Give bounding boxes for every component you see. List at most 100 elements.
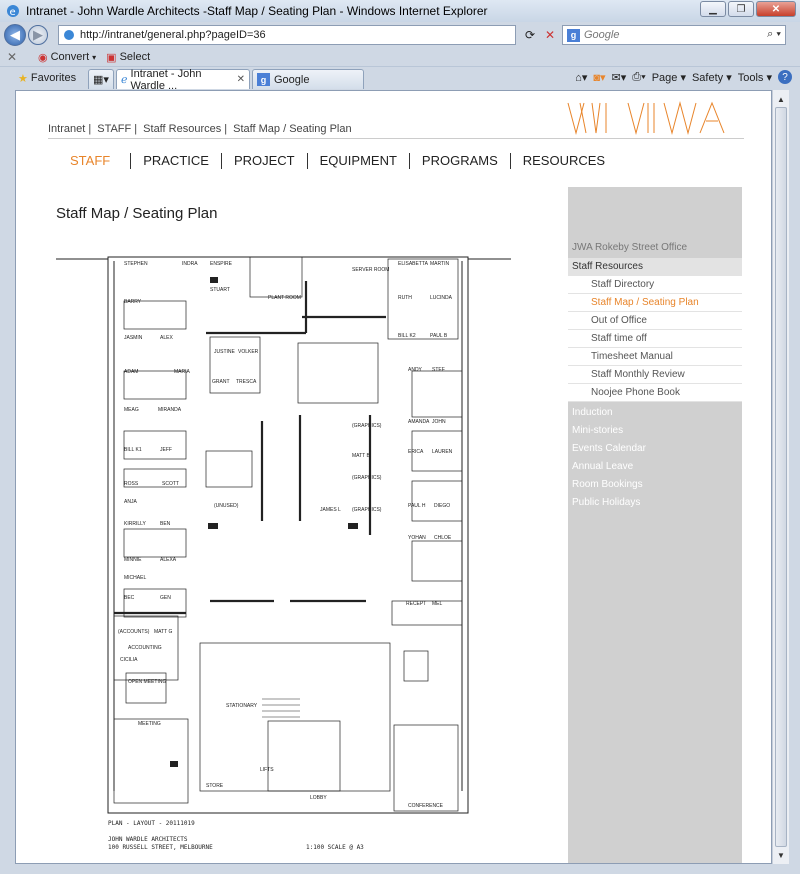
floorplan-name-label: JAMES L (320, 507, 341, 513)
nav-staff[interactable]: STAFF (48, 153, 130, 169)
search-input[interactable]: g Google ⌕ ▾ (562, 25, 786, 45)
sidebar-item-staff-directory[interactable]: Staff Directory (568, 276, 742, 294)
breadcrumb-staff[interactable]: STAFF (97, 123, 131, 135)
google-icon: g (257, 73, 270, 86)
sidebar-item-timesheet[interactable]: Timesheet Manual (568, 348, 742, 366)
floorplan-name-label: TRESCA (236, 379, 257, 385)
sidebar-item-rokeby[interactable]: JWA Rokeby Street Office (568, 239, 742, 257)
scrollbar-thumb[interactable] (775, 107, 787, 847)
forward-button[interactable]: ▶ (28, 25, 48, 45)
page-icon (64, 30, 74, 40)
home-icon[interactable]: ⌂▾ (575, 71, 587, 84)
floorplan-name-label: BILL K2 (398, 333, 416, 339)
floorplan-name-label: MATT B (352, 453, 371, 459)
tools-menu[interactable]: Tools ▾ (738, 71, 772, 84)
sidebar-item-annual-leave[interactable]: Annual Leave (568, 458, 742, 476)
vertical-scrollbar[interactable]: ▲ ▼ (772, 90, 789, 864)
ie-logo-icon: e (7, 5, 19, 18)
breadcrumb-staff-resources[interactable]: Staff Resources (143, 123, 221, 135)
floorplan-name-label: ACCOUNTING (128, 645, 162, 651)
back-button[interactable]: ◀ (4, 24, 26, 46)
jwa-logo (567, 101, 725, 135)
floorplan-name-label: LIFTS (260, 767, 274, 773)
floorplan-name-label: OPEN MEETING (128, 679, 166, 685)
safety-menu[interactable]: Safety ▾ (692, 71, 732, 84)
breadcrumb: Intranet | STAFF | Staff Resources | Staff … (48, 123, 352, 135)
search-go-icon[interactable]: ⌕ ▾ (767, 28, 781, 41)
breadcrumb-current: Staff Map / Seating Plan (233, 123, 352, 135)
floorplan-name-label: MEAG (124, 407, 139, 413)
header-divider (48, 138, 744, 139)
scroll-down-icon[interactable]: ▼ (774, 848, 788, 862)
sidebar-item-seating-plan[interactable]: Staff Map / Seating Plan (568, 294, 742, 312)
floorplan-name-label: ADAM (124, 369, 138, 375)
floorplan-name-label: BEN (160, 521, 171, 527)
floorplan-name-label: JUSTINE (214, 349, 236, 355)
scroll-up-icon[interactable]: ▲ (774, 92, 788, 106)
breadcrumb-intranet[interactable]: Intranet (48, 123, 85, 135)
nav-resources[interactable]: RESOURCES (509, 153, 617, 169)
navigation-bar: ◀ ▶ http://intranet/general.php?pageID=3… (0, 22, 800, 48)
web-page: Intranet | STAFF | Staff Resources | Staff … (48, 91, 744, 863)
maximize-button[interactable]: ❐ (728, 1, 754, 17)
floorplan-name-label: ERICA (408, 449, 424, 455)
tab-intranet[interactable]: ℯ Intranet - John Wardle ... ✕ (116, 68, 250, 92)
page-menu[interactable]: Page ▾ (652, 71, 686, 84)
floorplan-name-label: PLANT ROOM (268, 295, 301, 301)
floorplan-name-label: JEFF (160, 447, 172, 453)
sidebar-item-out-of-office[interactable]: Out of Office (568, 312, 742, 330)
sidebar-item-staff-resources[interactable]: Staff Resources (568, 258, 742, 276)
print-icon[interactable]: ⎙▾ (632, 71, 645, 84)
floorplan-name-label: (GRAPHICS) (352, 423, 382, 429)
floorplan-name-label: STEPHEN (124, 261, 148, 267)
sidebar-item-room-bookings[interactable]: Room Bookings (568, 476, 742, 494)
chevron-down-icon: ▾ (92, 52, 97, 62)
floorplan-name-label: DIEGO (434, 503, 450, 509)
stop-icon[interactable]: ✕ (540, 25, 560, 45)
command-toolbar: ⌂▾ ◙▾ ✉▾ ⎙▾ Page ▾ Safety ▾ Tools ▾ ? (575, 70, 792, 84)
floorplan-name-label: SCOTT (162, 481, 179, 487)
floorplan-name-label: (UNUSED) (214, 503, 239, 509)
floorplan-name-label: BEC (124, 595, 135, 601)
nav-project[interactable]: PROJECT (220, 153, 307, 169)
floorplan-name-label: MEL (432, 601, 443, 607)
floorplan-name-label: JASMIN (124, 335, 143, 341)
sidebar-item-mini-stories[interactable]: Mini-stories (568, 422, 742, 440)
feeds-icon[interactable]: ◙▾ (593, 71, 605, 84)
floorplan-name-label: ANDY (408, 367, 423, 373)
floor-plan-drawing: STEPHEN INDRA ENSPIRE BARRY STUART JASMIN ALEX… (56, 251, 511, 863)
floorplan-caption-firm: JOHN WARDLE ARCHITECTS (108, 836, 188, 843)
sidebar-item-induction[interactable]: Induction (568, 404, 742, 422)
sidebar-item-events[interactable]: Events Calendar (568, 440, 742, 458)
star-icon: ★ (18, 72, 28, 85)
refresh-icon[interactable]: ⟳ (520, 25, 540, 45)
nav-practice[interactable]: PRACTICE (130, 153, 221, 169)
floorplan-name-label: BARRY (124, 299, 142, 305)
close-window-button[interactable]: ✕ (756, 1, 796, 17)
select-button[interactable]: ▣ Select (106, 51, 150, 64)
sidebar-item-phone-book[interactable]: Noojee Phone Book (568, 384, 742, 402)
convert-icon: ◉ (38, 51, 48, 64)
nav-equipment[interactable]: EQUIPMENT (306, 153, 409, 169)
address-bar[interactable]: http://intranet/general.php?pageID=36 (58, 25, 516, 45)
close-toolbar-icon[interactable]: ✕ (7, 50, 17, 64)
nav-programs[interactable]: PROGRAMS (408, 153, 510, 169)
help-menu[interactable]: ? (778, 70, 792, 84)
select-icon: ▣ (106, 51, 117, 64)
quick-tabs-button[interactable]: ▦▾ (88, 69, 114, 89)
page-menu-label: Page (651, 71, 678, 84)
favorites-button[interactable]: ★ Favorites (18, 72, 76, 85)
sidebar-item-time-off[interactable]: Staff time off (568, 330, 742, 348)
floorplan-name-label: ENSPIRE (210, 261, 233, 267)
mail-icon[interactable]: ✉▾ (612, 71, 627, 84)
tab-google[interactable]: g Google (252, 69, 364, 89)
floorplan-name-label: SERVER ROOM (352, 267, 389, 273)
floorplan-name-label: CICILIA (120, 657, 138, 663)
sidebar-item-public-holidays[interactable]: Public Holidays (568, 494, 742, 512)
convert-button[interactable]: ◉ Convert ▾ (38, 51, 96, 64)
floorplan-name-label: GEN (160, 595, 171, 601)
minimize-button[interactable]: ▁ (700, 1, 726, 17)
sidebar-item-monthly-review[interactable]: Staff Monthly Review (568, 366, 742, 384)
floorplan-name-label: MEETING (138, 721, 161, 727)
close-tab-icon[interactable]: ✕ (237, 74, 245, 85)
